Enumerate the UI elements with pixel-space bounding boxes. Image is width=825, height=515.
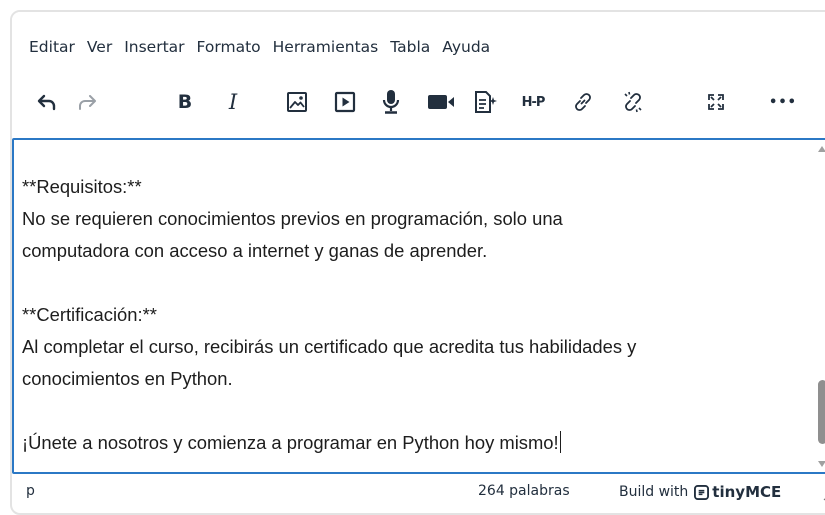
fullscreen-icon xyxy=(708,94,724,110)
undo-button[interactable] xyxy=(30,84,64,120)
scroll-up-arrow-icon[interactable] xyxy=(818,146,825,152)
paragraph[interactable]: conocimientos en Python. xyxy=(22,363,812,395)
image-icon xyxy=(287,92,307,112)
h5p-button[interactable]: H-P xyxy=(516,84,550,120)
unlink-button[interactable] xyxy=(616,84,650,120)
menu-ver[interactable]: Ver xyxy=(87,36,112,60)
menu-editar[interactable]: Editar xyxy=(29,36,75,60)
paragraph-with-caret[interactable]: ¡Únete a nosotros y comienza a programar… xyxy=(22,427,812,459)
insert-media-button[interactable] xyxy=(328,84,362,120)
italic-button[interactable]: I xyxy=(216,84,250,120)
element-path[interactable]: p xyxy=(26,483,35,499)
paragraph-text: ¡Únete a nosotros y comienza a programar… xyxy=(22,432,559,453)
link-icon xyxy=(575,93,591,111)
menu-insertar[interactable]: Insertar xyxy=(124,36,184,60)
microphone-icon xyxy=(382,90,400,114)
more-label: ••• xyxy=(769,94,797,110)
h5p-label: H-P xyxy=(521,94,546,110)
italic-label: I xyxy=(228,90,238,114)
ai-document-button[interactable] xyxy=(468,84,502,120)
document-body[interactable]: **Requisitos:** No se requieren conocimi… xyxy=(22,171,812,459)
scroll-down-arrow-icon[interactable] xyxy=(818,461,825,467)
menubar: Editar Ver Insertar Formato Herramientas… xyxy=(29,36,502,60)
menu-herramientas[interactable]: Herramientas xyxy=(273,36,379,60)
rich-text-editor: Editar Ver Insertar Formato Herramientas… xyxy=(10,10,825,515)
unlink-icon xyxy=(624,91,642,113)
bold-label: B xyxy=(177,91,193,113)
redo-button[interactable] xyxy=(70,84,104,120)
menu-formato[interactable]: Formato xyxy=(197,36,261,60)
scrollbar-thumb[interactable] xyxy=(818,380,825,444)
vertical-scrollbar[interactable] xyxy=(816,140,825,472)
editor-header: Editar Ver Insertar Formato Herramientas… xyxy=(12,12,825,138)
video-camera-icon xyxy=(428,95,454,109)
editor-content-area[interactable]: **Requisitos:** No se requieren conocimi… xyxy=(12,138,825,474)
paragraph[interactable]: **Requisitos:** xyxy=(22,171,812,203)
paragraph[interactable]: **Certificación:** xyxy=(22,299,812,331)
branding-link[interactable]: Build with tinyMCE xyxy=(619,483,781,501)
record-audio-button[interactable] xyxy=(374,84,408,120)
tinymce-brand-name: tinyMCE xyxy=(712,483,782,501)
redo-icon xyxy=(79,95,96,110)
statusbar: p 264 palabras Build with tinyMCE xyxy=(12,474,825,504)
tinymce-logo-icon xyxy=(694,484,710,500)
bold-button[interactable]: B xyxy=(168,84,202,120)
paragraph[interactable] xyxy=(22,395,812,427)
paragraph[interactable]: Al completar el curso, recibirás un cert… xyxy=(22,331,812,363)
menu-ayuda[interactable]: Ayuda xyxy=(442,36,490,60)
insert-image-button[interactable] xyxy=(280,84,314,120)
link-button[interactable] xyxy=(566,84,600,120)
media-icon xyxy=(334,91,356,113)
paragraph[interactable]: computadora con acceso a internet y gana… xyxy=(22,235,812,267)
paragraph[interactable]: No se requieren conocimientos previos en… xyxy=(22,203,812,235)
fullscreen-button[interactable] xyxy=(699,84,733,120)
text-caret xyxy=(559,431,562,453)
branding-prefix: Build with xyxy=(619,484,689,500)
undo-icon xyxy=(37,94,56,111)
paragraph[interactable] xyxy=(22,267,812,299)
menu-tabla[interactable]: Tabla xyxy=(390,36,430,60)
tinymce-logo: tinyMCE xyxy=(694,483,781,501)
more-button[interactable]: ••• xyxy=(766,84,800,120)
word-count[interactable]: 264 palabras xyxy=(478,483,570,499)
record-video-button[interactable] xyxy=(424,84,458,120)
ai-document-icon xyxy=(475,91,497,113)
